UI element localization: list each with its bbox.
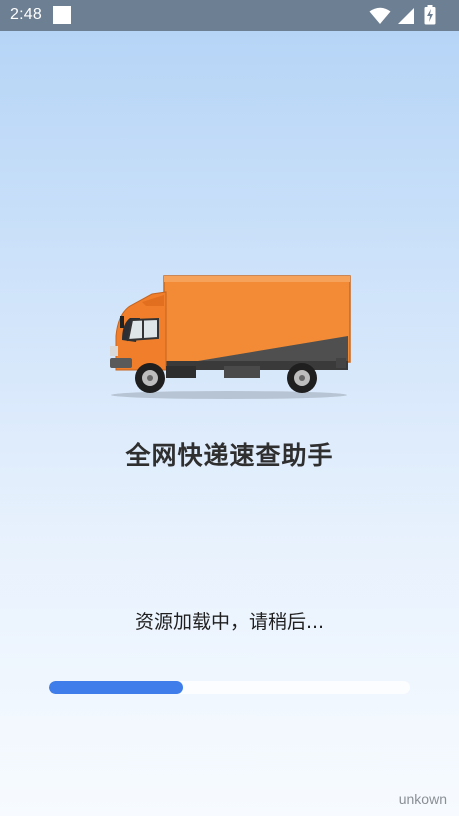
footer-label: unkown xyxy=(398,791,447,807)
wifi-icon xyxy=(369,7,391,24)
status-icons xyxy=(369,5,449,26)
loading-text: 资源加载中，请稍后... xyxy=(134,611,325,633)
status-time: 2:48 xyxy=(10,6,42,23)
notification-square-icon xyxy=(53,6,71,24)
cellular-signal-icon xyxy=(398,8,414,24)
app-title: 全网快递速查助手 xyxy=(125,441,334,470)
progress-fill xyxy=(49,681,183,694)
loading-progress-bar xyxy=(49,681,410,694)
truck-illustration xyxy=(110,275,351,399)
battery-charging-icon xyxy=(424,5,436,25)
status-bar: 2:48 xyxy=(0,0,459,31)
